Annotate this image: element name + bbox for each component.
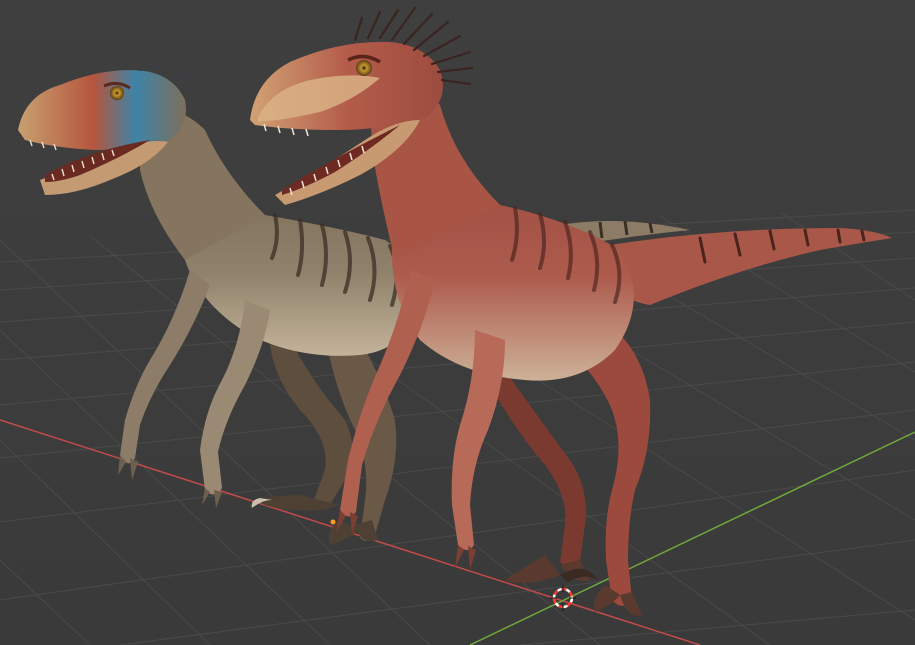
viewport-canvas[interactable] <box>0 0 915 645</box>
raptor-front-eye <box>356 60 372 76</box>
origin-marker[interactable] <box>330 519 336 525</box>
3d-viewport[interactable] <box>0 0 915 645</box>
raptor-rear-eye <box>110 86 124 100</box>
